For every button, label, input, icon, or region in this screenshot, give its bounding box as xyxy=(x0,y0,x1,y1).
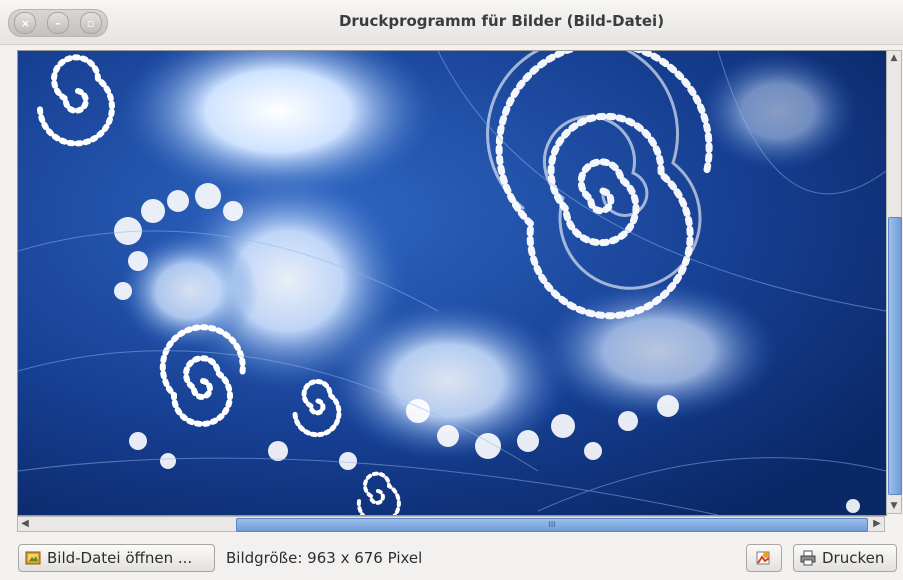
vertical-scrollbar[interactable]: ▲ ▼ xyxy=(886,50,902,514)
title-bar: × – ▫ Druckprogramm für Bilder (Bild-Dat… xyxy=(0,0,903,45)
scroll-down-icon[interactable]: ▼ xyxy=(887,499,901,513)
vertical-scroll-thumb[interactable] xyxy=(888,217,902,495)
horizontal-scroll-thumb[interactable]: III xyxy=(236,518,868,532)
bottom-toolbar: Bild-Datei öffnen ... Bildgröße: 963 x 6… xyxy=(0,538,903,580)
open-file-icon xyxy=(25,551,41,565)
scroll-up-icon[interactable]: ▲ xyxy=(887,51,901,65)
print-preview-icon xyxy=(756,551,770,565)
scroll-right-icon[interactable]: ▶ xyxy=(870,517,884,531)
grip-icon: III xyxy=(548,520,556,529)
application-window: × – ▫ Druckprogramm für Bilder (Bild-Dat… xyxy=(0,0,903,580)
image-size-status: Bildgröße: 963 x 676 Pixel xyxy=(226,549,423,567)
window-title: Druckprogramm für Bilder (Bild-Datei) xyxy=(338,12,665,30)
print-settings-button[interactable] xyxy=(746,544,782,572)
scroll-left-icon[interactable]: ◀ xyxy=(18,517,32,531)
open-image-button[interactable]: Bild-Datei öffnen ... xyxy=(18,544,215,572)
print-button[interactable]: Drucken xyxy=(793,544,897,572)
open-image-label: Bild-Datei öffnen ... xyxy=(47,549,193,567)
print-label: Drucken xyxy=(822,549,885,567)
fractal-image xyxy=(18,51,886,515)
printer-icon xyxy=(800,550,816,566)
image-viewport[interactable] xyxy=(17,50,887,516)
horizontal-scrollbar[interactable]: ◀ III ▶ xyxy=(17,516,885,532)
